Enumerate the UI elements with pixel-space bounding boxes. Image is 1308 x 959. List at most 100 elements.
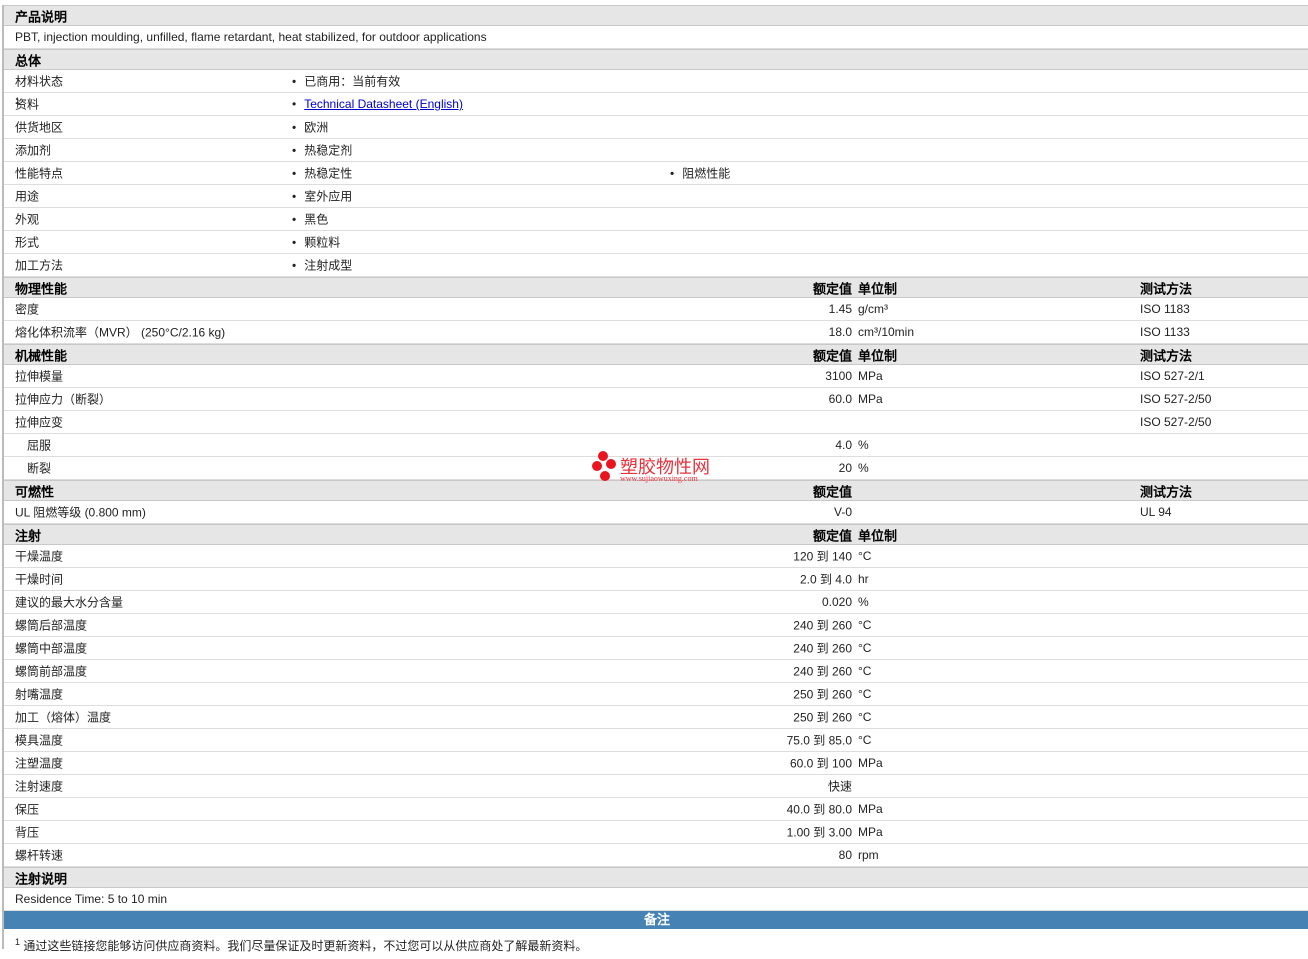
table-row: 供货地区 欧洲 bbox=[4, 116, 1308, 139]
bullet-item: 热稳定剂 bbox=[292, 142, 352, 159]
row-value: 20 bbox=[838, 461, 852, 475]
row-value: 60.0 到 100 bbox=[789, 756, 852, 771]
table-row: 性能特点 热稳定性 阻燃性能 bbox=[4, 162, 1308, 185]
technical-datasheet-link[interactable]: Technical Datasheet (English) bbox=[304, 97, 463, 111]
row-label: 性能特点 bbox=[15, 166, 64, 181]
row-label: 供货地区 bbox=[15, 120, 64, 135]
row-unit: MPa bbox=[858, 756, 883, 770]
header-unit: 单位制 bbox=[858, 281, 898, 296]
footnote-text: 通过这些链接您能够访问供应商资料。我们尽量保证及时更新资料，不过您可以从供应商处… bbox=[23, 939, 588, 953]
table-row: 拉伸应变 ISO 527-2/50 bbox=[4, 411, 1308, 434]
row-value: 4.0 bbox=[835, 438, 852, 452]
section-header: 产品说明 bbox=[4, 5, 1308, 26]
row-label: 背压 bbox=[15, 825, 40, 840]
row-value: 18.0 bbox=[828, 325, 852, 339]
row-label: 螺筒中部温度 bbox=[15, 641, 88, 656]
row-value: 250 到 260 bbox=[793, 687, 852, 702]
row-label: 注射速度 bbox=[15, 779, 64, 794]
section-header: 机械性能 额定值 单位制 测试方法 bbox=[4, 344, 1308, 365]
table-row: 资料 1 Technical Datasheet (English) bbox=[4, 93, 1308, 116]
row-label: 密度 bbox=[15, 302, 40, 317]
row-label: 拉伸模量 bbox=[15, 369, 64, 384]
table-row: 拉伸应力（断裂） 60.0 MPa ISO 527-2/50 bbox=[4, 388, 1308, 411]
header-unit: 单位制 bbox=[858, 348, 898, 363]
row-value: 240 到 260 bbox=[793, 664, 852, 679]
row-unit: MPa bbox=[858, 825, 883, 839]
row-unit: g/cm³ bbox=[858, 302, 888, 316]
row-unit: MPa bbox=[858, 392, 883, 406]
section-title: 注射 bbox=[15, 528, 42, 543]
table-row: 注塑温度 60.0 到 100 MPa bbox=[4, 752, 1308, 775]
row-test-method: ISO 527-2/50 bbox=[1140, 415, 1212, 429]
section-header: 注射说明 bbox=[4, 867, 1308, 888]
row-label: 螺筒后部温度 bbox=[15, 618, 88, 633]
row-label: 射嘴温度 bbox=[15, 687, 64, 702]
header-test-method: 测试方法 bbox=[1140, 348, 1193, 363]
bullet-item: 阻燃性能 bbox=[670, 165, 730, 182]
header-unit: 单位制 bbox=[858, 528, 898, 543]
row-label: UL 阻燃等级 (0.800 mm) bbox=[15, 505, 146, 520]
header-test-method: 测试方法 bbox=[1140, 484, 1193, 499]
row-unit: °C bbox=[858, 733, 872, 747]
row-value: 40.0 到 80.0 bbox=[786, 802, 852, 817]
row-label: 模具温度 bbox=[15, 733, 64, 748]
table-row: 建议的最大水分含量 0.020% bbox=[4, 591, 1308, 614]
header-value: 额定值 bbox=[812, 528, 852, 543]
section-header: 注射 额定值 单位制 bbox=[4, 524, 1308, 545]
row-label: 断裂 bbox=[27, 461, 52, 476]
row-value: 80 bbox=[838, 848, 852, 862]
row-value: 60.0 bbox=[828, 392, 852, 406]
table-row: 射嘴温度 250 到 260 °C bbox=[4, 683, 1308, 706]
row-value: V-0 bbox=[833, 505, 852, 519]
row-test-method: ISO 527-2/1 bbox=[1140, 369, 1205, 383]
header-test-method: 测试方法 bbox=[1140, 281, 1193, 296]
row-unit: °C bbox=[858, 641, 872, 655]
table-row: 形式 颗粒料 bbox=[4, 231, 1308, 254]
bullet-item: 室外应用 bbox=[292, 188, 352, 205]
table-row: 注射速度 快速 bbox=[4, 775, 1308, 798]
table-row: 密度 1.45 g/cm³ ISO 1183 bbox=[4, 298, 1308, 321]
row-label: 螺杆转速 bbox=[15, 848, 64, 863]
table-row: UL 阻燃等级 (0.800 mm) V-0 UL 94 bbox=[4, 501, 1308, 524]
header-value: 额定值 bbox=[812, 348, 852, 363]
row-unit: % bbox=[858, 595, 869, 609]
table-row: 加工（熔体）温度 250 到 260 °C bbox=[4, 706, 1308, 729]
notes-header: 备注 bbox=[4, 911, 1308, 929]
row-label: 添加剂 bbox=[15, 143, 52, 158]
section-header: 总体 bbox=[4, 49, 1308, 70]
row-value: 120 到 140 bbox=[793, 549, 852, 564]
section-title: 机械性能 bbox=[15, 348, 68, 363]
row-label: 屈服 bbox=[27, 438, 52, 453]
row-label: 加工（熔体）温度 bbox=[15, 710, 112, 725]
row-value: 2.0 到 4.0 bbox=[799, 572, 852, 587]
footnote-mark: 1 bbox=[15, 937, 21, 947]
bullet-item: 注射成型 bbox=[292, 257, 352, 274]
section-header: 可燃性 额定值 测试方法 bbox=[4, 480, 1308, 501]
row-label: 拉伸应变 bbox=[15, 415, 64, 430]
row-unit: MPa bbox=[858, 802, 883, 816]
row-label: 保压 bbox=[15, 802, 40, 817]
row-unit: % bbox=[858, 461, 869, 475]
description-text: PBT, injection moulding, unfilled, flame… bbox=[15, 30, 487, 44]
section-title: 总体 bbox=[15, 53, 42, 68]
row-unit: °C bbox=[858, 710, 872, 724]
row-value: 快速 bbox=[827, 779, 852, 794]
table-row: 螺筒后部温度 240 到 260 °C bbox=[4, 614, 1308, 637]
row-value: 0.020 bbox=[821, 595, 852, 609]
row-label: 干燥时间 bbox=[15, 572, 64, 587]
table-row: 熔化体积流率（MVR） (250°C/2.16 kg) 18.0 cm³/10min… bbox=[4, 321, 1308, 344]
row-unit: °C bbox=[858, 549, 872, 563]
section-header: 物理性能 额定值 单位制 测试方法 bbox=[4, 277, 1308, 298]
row-value: 1.00 到 3.00 bbox=[786, 825, 852, 840]
row-value: 250 到 260 bbox=[793, 710, 852, 725]
header-value: 额定值 bbox=[812, 484, 852, 499]
bullet-item: 热稳定性 bbox=[292, 165, 352, 182]
row-unit: % bbox=[858, 438, 869, 452]
section-title: 产品说明 bbox=[15, 9, 68, 24]
table-row: 螺筒前部温度 240 到 260 °C bbox=[4, 660, 1308, 683]
bullet-item: 颗粒料 bbox=[292, 234, 340, 251]
row-value: 75.0 到 85.0 bbox=[786, 733, 852, 748]
link-item: Technical Datasheet (English) bbox=[292, 97, 463, 111]
table-row: 拉伸模量 3100 MPa ISO 527-2/1 bbox=[4, 365, 1308, 388]
bullet-item: 黑色 bbox=[292, 211, 328, 228]
